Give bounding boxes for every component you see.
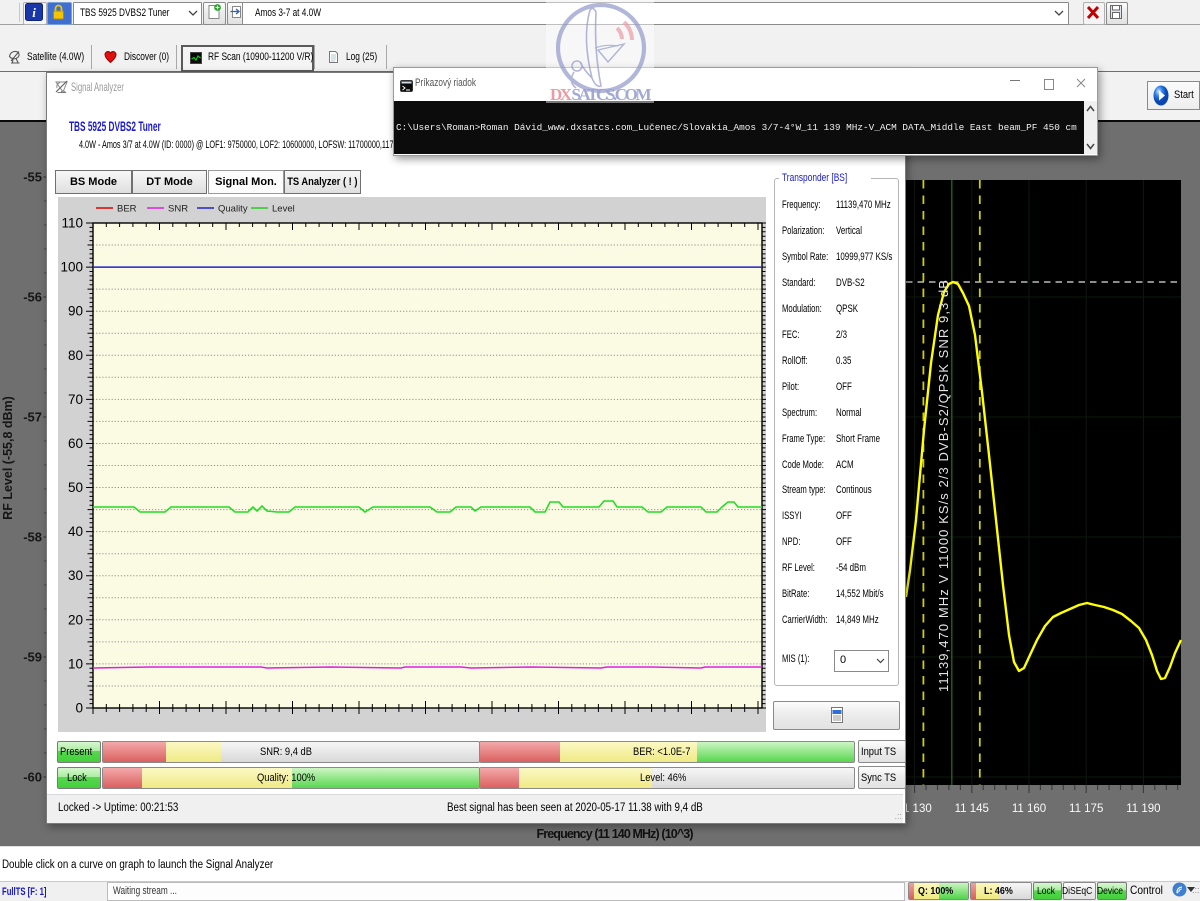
svg-text:BER: BER xyxy=(117,204,137,215)
svg-text:-59: -59 xyxy=(23,650,42,665)
svg-text:60: 60 xyxy=(68,436,83,451)
svg-text:RF Level (-55,8 dBm): RF Level (-55,8 dBm) xyxy=(1,396,15,520)
svg-text:80: 80 xyxy=(68,348,83,363)
svg-text:-55: -55 xyxy=(23,170,42,185)
svg-text:-56: -56 xyxy=(23,290,42,305)
svg-text:-58: -58 xyxy=(23,530,42,545)
svg-text:11 160: 11 160 xyxy=(1012,803,1046,815)
svg-text:11 175: 11 175 xyxy=(1069,803,1103,815)
svg-text:Frequency (11 140 MHz) (10^3): Frequency (11 140 MHz) (10^3) xyxy=(537,827,694,841)
svg-text:110: 110 xyxy=(61,216,83,231)
svg-text:SNR: SNR xyxy=(168,204,188,215)
svg-text:10: 10 xyxy=(68,656,83,671)
svg-text:70: 70 xyxy=(68,392,83,407)
svg-text:Quality: Quality xyxy=(218,204,248,215)
svg-text:90: 90 xyxy=(68,304,83,319)
svg-text:100: 100 xyxy=(60,260,83,275)
svg-text:SATCS.COM: SATCS.COM xyxy=(572,85,652,104)
svg-text:11 145: 11 145 xyxy=(955,803,989,815)
svg-text:0: 0 xyxy=(75,701,83,716)
svg-text:40: 40 xyxy=(68,524,83,539)
svg-text:30: 30 xyxy=(68,568,83,583)
svg-text:DX: DX xyxy=(550,85,573,104)
svg-text:-57: -57 xyxy=(23,410,42,425)
svg-text:50: 50 xyxy=(68,480,83,495)
svg-text:20: 20 xyxy=(68,612,83,627)
svg-text:Level: Level xyxy=(272,204,295,215)
svg-text:11 190: 11 190 xyxy=(1126,803,1160,815)
svg-text:11139,470 MHz V 11000 KS/s 2/3: 11139,470 MHz V 11000 KS/s 2/3 DVB-S2/QP… xyxy=(936,280,951,692)
svg-text:-60: -60 xyxy=(23,770,42,785)
